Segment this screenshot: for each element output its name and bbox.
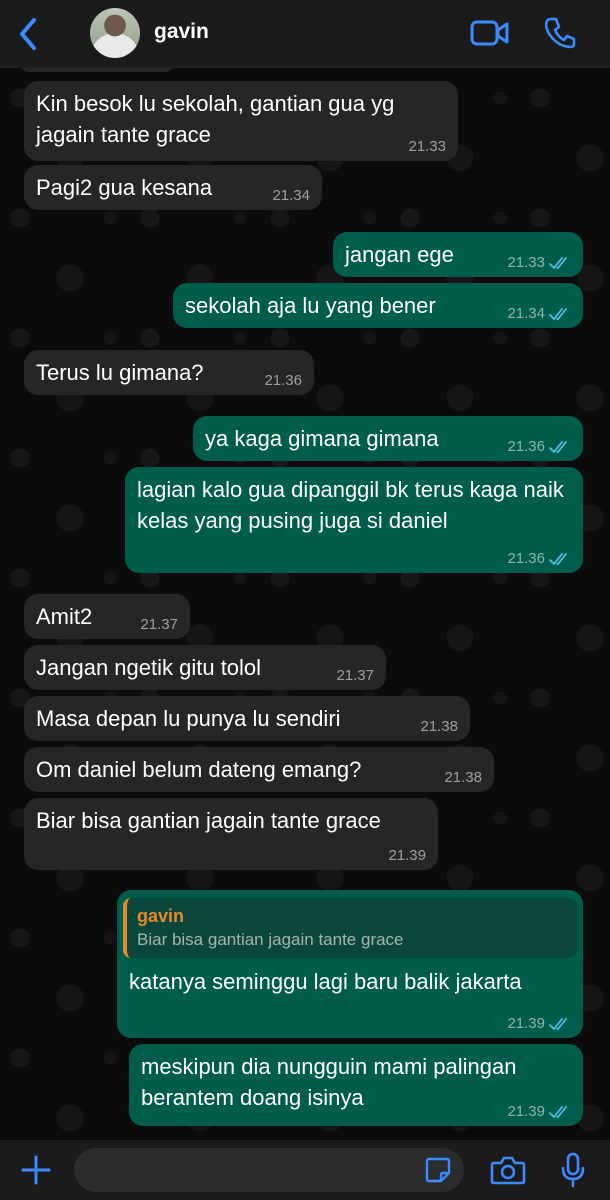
message-time: 21.33 bbox=[408, 138, 446, 155]
message-list[interactable]: Kin besok lu sekolah, gantian gua yg jag… bbox=[0, 68, 610, 1140]
message-time: 21.37 bbox=[336, 667, 374, 684]
voice-message-button[interactable] bbox=[560, 1152, 586, 1188]
message-time: 21.36 bbox=[507, 439, 571, 455]
message-bubble-outgoing[interactable]: jangan ege 21.33 bbox=[333, 232, 583, 277]
message-time: 21.36 bbox=[264, 372, 302, 389]
message-bubble-incoming[interactable]: Pagi2 gua kesana 21.34 bbox=[24, 165, 322, 210]
message-time: 21.39 bbox=[388, 847, 426, 864]
read-ticks-icon bbox=[549, 1106, 567, 1118]
camera-button[interactable] bbox=[490, 1154, 526, 1186]
message-text: lagian kalo gua dipanggil bk terus kaga … bbox=[137, 477, 564, 533]
quoted-reply-text: Biar bisa gantian jagain tante grace bbox=[137, 930, 404, 949]
quoted-reply-sender: gavin bbox=[137, 906, 185, 926]
message-text: Masa depan lu punya lu sendiri bbox=[36, 706, 341, 731]
message-composer bbox=[0, 1140, 610, 1200]
message-time: 21.33 bbox=[507, 255, 571, 271]
message-bubble-incoming[interactable]: Masa depan lu punya lu sendiri 21.38 bbox=[24, 696, 470, 741]
video-call-button[interactable] bbox=[470, 18, 510, 48]
video-camera-icon bbox=[470, 20, 509, 46]
attach-button[interactable] bbox=[20, 1154, 52, 1186]
read-ticks-icon bbox=[549, 1018, 567, 1030]
message-text: Biar bisa gantian jagain tante grace bbox=[36, 808, 381, 833]
message-time: 21.39 bbox=[507, 1016, 571, 1032]
message-text: Om daniel belum dateng emang? bbox=[36, 757, 362, 782]
message-bubble-incoming[interactable]: Om daniel belum dateng emang? 21.38 bbox=[24, 747, 494, 792]
sticker-button[interactable] bbox=[424, 1156, 452, 1184]
message-time: 21.34 bbox=[272, 187, 310, 204]
voice-call-button[interactable] bbox=[544, 16, 576, 50]
read-ticks-icon bbox=[549, 257, 567, 269]
plus-icon bbox=[21, 1155, 51, 1185]
message-time: 21.34 bbox=[507, 306, 571, 322]
message-bubble-outgoing[interactable]: lagian kalo gua dipanggil bk terus kaga … bbox=[125, 467, 583, 573]
message-text: Jangan ngetik gitu tolol bbox=[36, 655, 262, 680]
message-text: Pagi2 gua kesana bbox=[36, 175, 213, 200]
quoted-reply[interactable]: gavin Biar bisa gantian jagain tante gra… bbox=[123, 898, 577, 958]
message-bubble-partial bbox=[20, 68, 174, 72]
message-time: 21.37 bbox=[140, 616, 178, 633]
message-bubble-incoming[interactable]: Kin besok lu sekolah, gantian gua yg jag… bbox=[24, 81, 458, 161]
message-bubble-incoming[interactable]: Jangan ngetik gitu tolol 21.37 bbox=[24, 645, 386, 690]
message-time: 21.38 bbox=[420, 718, 458, 735]
message-input[interactable] bbox=[74, 1148, 464, 1192]
chat-header: gavin bbox=[0, 0, 610, 68]
avatar[interactable] bbox=[90, 8, 140, 58]
back-button[interactable] bbox=[14, 14, 44, 54]
message-bubble-outgoing[interactable]: meskipun dia nungguin mami palingan bera… bbox=[129, 1044, 583, 1126]
chevron-left-icon bbox=[20, 18, 36, 50]
message-bubble-outgoing[interactable]: ya kaga gimana gimana 21.36 bbox=[193, 416, 583, 461]
contact-name[interactable]: gavin bbox=[154, 20, 209, 44]
message-bubble-outgoing[interactable]: sekolah aja lu yang bener 21.34 bbox=[173, 283, 583, 328]
message-text: katanya seminggu lagi baru balik jakarta bbox=[129, 969, 522, 994]
message-text: Terus lu gimana? bbox=[36, 360, 204, 385]
message-bubble-incoming[interactable]: Amit2 21.37 bbox=[24, 594, 190, 639]
message-time: 21.36 bbox=[507, 551, 571, 567]
sticker-icon bbox=[425, 1157, 451, 1183]
message-bubble-outgoing[interactable]: gavin Biar bisa gantian jagain tante gra… bbox=[117, 890, 583, 1038]
message-time: 21.38 bbox=[444, 769, 482, 786]
read-ticks-icon bbox=[549, 308, 567, 320]
message-text: Kin besok lu sekolah, gantian gua yg jag… bbox=[36, 91, 395, 147]
microphone-icon bbox=[561, 1152, 585, 1188]
phone-icon bbox=[544, 17, 576, 49]
camera-icon bbox=[490, 1156, 526, 1185]
read-ticks-icon bbox=[549, 553, 567, 565]
read-ticks-icon bbox=[549, 441, 567, 453]
message-bubble-incoming[interactable]: Terus lu gimana? 21.36 bbox=[24, 350, 314, 395]
message-time: 21.39 bbox=[507, 1104, 571, 1120]
message-bubble-incoming[interactable]: Biar bisa gantian jagain tante grace 21.… bbox=[24, 798, 438, 870]
